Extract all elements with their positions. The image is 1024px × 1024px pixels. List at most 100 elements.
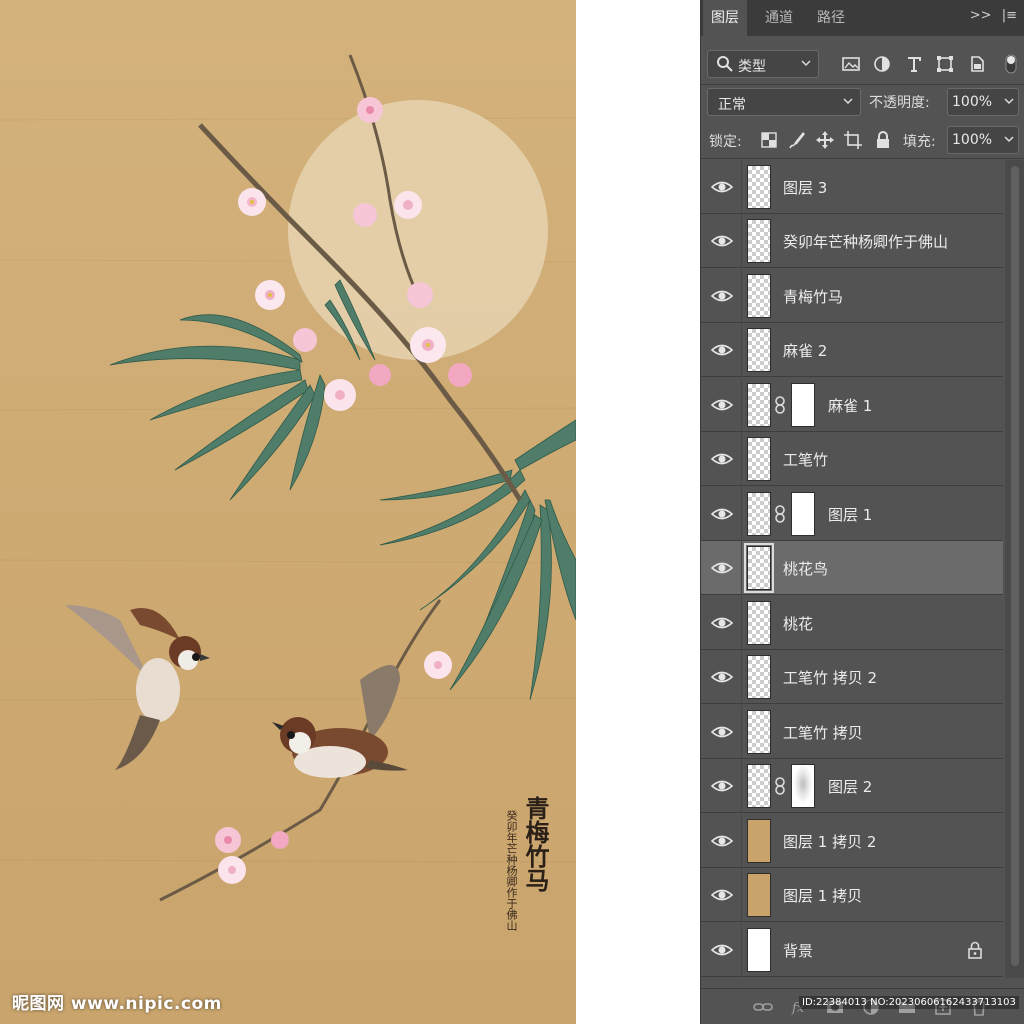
divider <box>741 868 742 922</box>
smart-object-filter-icon[interactable] <box>967 54 987 74</box>
visibility-eye-icon[interactable] <box>711 887 733 903</box>
visibility-eye-icon[interactable] <box>711 179 733 195</box>
layer-name[interactable]: 麻雀 2 <box>783 340 827 361</box>
layer-row[interactable]: 工笔竹 拷贝 2 <box>701 650 1003 704</box>
divider <box>741 487 742 541</box>
collapse-icon[interactable]: >> <box>970 8 992 23</box>
layer-name[interactable]: 青梅竹马 <box>783 286 843 307</box>
visibility-eye-icon[interactable] <box>711 451 733 467</box>
layer-row[interactable]: 麻雀 2 <box>701 323 1003 377</box>
layer-thumbnail[interactable] <box>747 819 771 863</box>
layer-thumbnail[interactable] <box>744 543 774 593</box>
layer-name[interactable]: 图层 1 拷贝 2 <box>783 831 876 852</box>
layer-row[interactable]: 图层 1 拷贝 <box>701 868 1003 922</box>
layer-filter-select[interactable]: 类型 <box>707 50 819 78</box>
layer-row[interactable]: 桃花 <box>701 596 1003 650</box>
mask-link-icon[interactable] <box>774 505 786 523</box>
lock-artboard-icon[interactable] <box>843 130 863 150</box>
visibility-eye-icon[interactable] <box>711 560 733 576</box>
layer-row[interactable]: 图层 1 <box>701 487 1003 541</box>
mask-link-icon[interactable] <box>774 396 786 414</box>
layer-thumbnail[interactable] <box>747 601 771 645</box>
layer-name[interactable]: 背景 <box>783 940 813 961</box>
layer-mask-thumbnail[interactable] <box>791 492 815 536</box>
sparrow-perched <box>272 665 408 778</box>
visibility-eye-icon[interactable] <box>711 615 733 631</box>
visibility-eye-icon[interactable] <box>711 288 733 304</box>
divider <box>741 378 742 432</box>
layer-thumbnail[interactable] <box>747 274 771 318</box>
lock-transparent-icon[interactable] <box>759 130 779 150</box>
tab-layers[interactable]: 图层 <box>703 0 747 36</box>
layer-name[interactable]: 桃花 <box>783 613 813 634</box>
layer-name[interactable]: 图层 2 <box>828 776 872 797</box>
layer-row[interactable]: 图层 3 <box>701 160 1003 214</box>
layer-thumbnail[interactable] <box>747 437 771 481</box>
blend-mode-select[interactable]: 正常 <box>707 88 861 116</box>
scrollbar-thumb[interactable] <box>1011 166 1019 966</box>
adjustment-filter-icon[interactable] <box>872 54 892 74</box>
shape-filter-icon[interactable] <box>935 54 955 74</box>
visibility-eye-icon[interactable] <box>711 342 733 358</box>
lock-position-icon[interactable] <box>815 130 835 150</box>
layer-row[interactable]: 工笔竹 <box>701 432 1003 486</box>
layer-name[interactable]: 工笔竹 拷贝 <box>783 722 863 743</box>
layer-name[interactable]: 图层 1 拷贝 <box>783 885 862 906</box>
layer-row[interactable]: 麻雀 1 <box>701 378 1003 432</box>
moon <box>288 100 548 360</box>
layer-list-scrollbar[interactable] <box>1005 160 1024 978</box>
visibility-eye-icon[interactable] <box>711 942 733 958</box>
layer-thumbnail[interactable] <box>747 492 771 536</box>
layer-mask-thumbnail[interactable] <box>791 764 815 808</box>
layer-row[interactable]: 图层 1 拷贝 2 <box>701 814 1003 868</box>
type-filter-icon[interactable] <box>904 54 924 74</box>
lock-all-icon[interactable] <box>873 130 893 150</box>
layer-row[interactable]: 青梅竹马 <box>701 269 1003 323</box>
visibility-eye-icon[interactable] <box>711 233 733 249</box>
divider <box>741 323 742 377</box>
layer-thumbnail[interactable] <box>747 710 771 754</box>
layer-row[interactable]: 工笔竹 拷贝 <box>701 705 1003 759</box>
layer-name[interactable]: 癸卯年芒种杨卿作于佛山 <box>783 231 948 252</box>
layer-lock-icon[interactable] <box>967 941 983 959</box>
layer-thumbnail[interactable] <box>747 764 771 808</box>
visibility-eye-icon[interactable] <box>711 833 733 849</box>
layer-name[interactable]: 桃花鸟 <box>783 558 828 579</box>
layer-mask-thumbnail[interactable] <box>791 383 815 427</box>
fill-field[interactable]: 100% <box>947 126 1019 154</box>
layer-row[interactable]: 桃花鸟 <box>701 541 1003 595</box>
artwork-inscription: 癸卯年芒种杨卿作于佛山 <box>505 810 518 931</box>
fill-label: 填充: <box>903 134 936 150</box>
layer-thumbnail[interactable] <box>747 873 771 917</box>
opacity-field[interactable]: 100% <box>947 88 1019 116</box>
layer-thumbnail[interactable] <box>747 219 771 263</box>
filter-toggle-icon[interactable] <box>1001 54 1021 74</box>
visibility-eye-icon[interactable] <box>711 778 733 794</box>
panel-tabbar: 图层 通道 路径 >> |≡ <box>701 0 1024 36</box>
layer-thumbnail[interactable] <box>747 165 771 209</box>
visibility-eye-icon[interactable] <box>711 397 733 413</box>
visibility-eye-icon[interactable] <box>711 724 733 740</box>
visibility-eye-icon[interactable] <box>711 669 733 685</box>
layer-name[interactable]: 图层 1 <box>828 504 872 525</box>
link-layers-icon[interactable] <box>753 997 773 1017</box>
tab-channels[interactable]: 通道 <box>757 0 801 36</box>
layer-name[interactable]: 工笔竹 <box>783 449 828 470</box>
layer-name[interactable]: 图层 3 <box>783 177 827 198</box>
layer-thumbnail[interactable] <box>747 928 771 972</box>
layer-row[interactable]: 癸卯年芒种杨卿作于佛山 <box>701 214 1003 268</box>
layer-name[interactable]: 工笔竹 拷贝 2 <box>783 667 877 688</box>
mask-link-icon[interactable] <box>774 777 786 795</box>
layer-thumbnail[interactable] <box>747 383 771 427</box>
layer-thumbnail[interactable] <box>747 328 771 372</box>
layer-thumbnail[interactable] <box>747 655 771 699</box>
panel-menu-icon[interactable]: |≡ <box>1002 8 1017 23</box>
lock-image-icon[interactable] <box>787 130 807 150</box>
image-filter-icon[interactable] <box>841 54 861 74</box>
tab-paths[interactable]: 路径 <box>809 0 853 36</box>
layer-row[interactable]: 背景 <box>701 923 1003 977</box>
layer-row[interactable]: 图层 2 <box>701 759 1003 813</box>
divider <box>741 214 742 268</box>
visibility-eye-icon[interactable] <box>711 506 733 522</box>
layer-name[interactable]: 麻雀 1 <box>828 395 872 416</box>
